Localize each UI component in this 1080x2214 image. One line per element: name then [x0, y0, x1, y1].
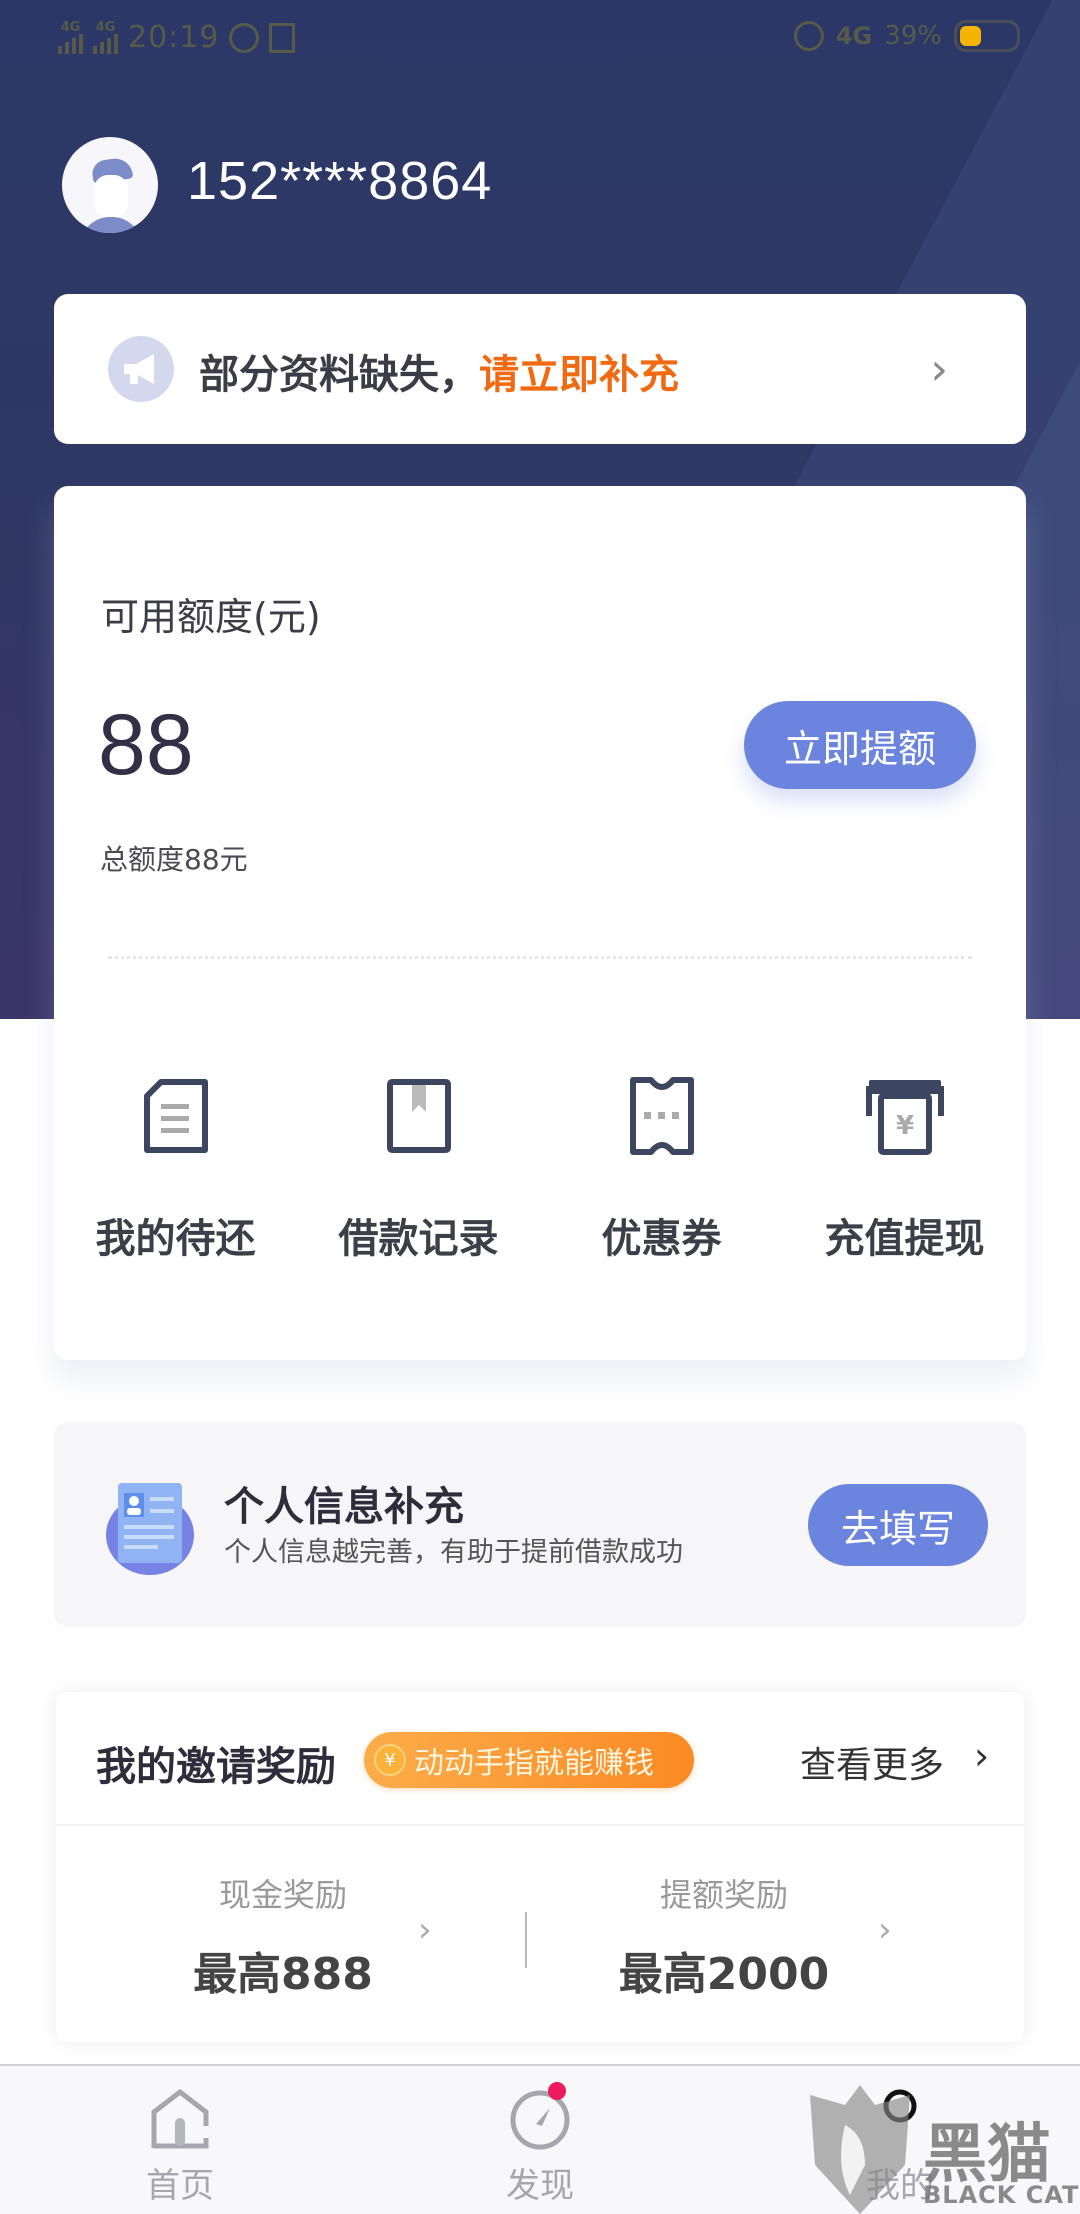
credit-card: 可用额度(元) 88 总额度88元 立即提额 我的待还 借款记录 优惠券 ¥ 充…: [54, 486, 1026, 1360]
quick-action-coupons[interactable]: 优惠券: [540, 1076, 783, 1264]
vertical-divider: [525, 1912, 527, 1968]
info-card-subtitle: 个人信息越完善，有助于提前借款成功: [224, 1537, 683, 1568]
svg-text:¥: ¥: [895, 1111, 913, 1141]
limit-reward[interactable]: 提额奖励 最高2000: [574, 1870, 874, 2002]
bookmark-book-icon: [379, 1076, 459, 1156]
reward-value: 最高888: [193, 1949, 373, 2000]
notice-message: 部分资料缺失，: [199, 352, 479, 398]
fill-info-button[interactable]: 去填写: [808, 1484, 988, 1566]
available-credit-label: 可用额度(元): [101, 595, 321, 639]
notice-highlight: 请立即补充: [479, 352, 679, 398]
coin-icon: ¥: [374, 1744, 406, 1776]
avatar-body: [80, 217, 142, 233]
divider: [56, 1824, 1024, 1826]
clock-time: 20:19: [128, 20, 220, 55]
info-card-title: 个人信息补充: [224, 1484, 464, 1530]
signal-label: 4G: [60, 20, 81, 35]
tab-label: 发现: [506, 2166, 574, 2206]
compass-icon: [508, 2082, 572, 2152]
invite-badge-text: 动动手指就能赚钱: [414, 1746, 654, 1781]
alarm-icon: [793, 21, 824, 51]
quick-action-label: 充值提现: [824, 1216, 985, 1262]
status-right: 4G 39%: [793, 20, 1020, 52]
tab-home[interactable]: 首页: [0, 2066, 360, 2214]
reward-label: 提额奖励: [659, 1876, 788, 1914]
cash-reward[interactable]: 现金奖励 最高888: [133, 1870, 433, 2002]
chevron-right-icon[interactable]: ›: [974, 1734, 989, 1778]
home-icon: [148, 2088, 212, 2152]
invite-badge: ¥ 动动手指就能赚钱: [364, 1732, 694, 1788]
quick-action-label: 我的待还: [95, 1216, 256, 1262]
ticket-icon: [622, 1076, 702, 1156]
quick-action-loan-records[interactable]: 借款记录: [297, 1076, 540, 1264]
avatar[interactable]: [62, 137, 158, 233]
personal-info-card: 个人信息补充 个人信息越完善，有助于提前借款成功 去填写: [54, 1422, 1026, 1627]
notice-text: 部分资料缺失，请立即补充: [199, 342, 679, 400]
quick-action-label: 优惠券: [601, 1216, 722, 1262]
status-left: 4G 4G 20:19: [58, 20, 296, 55]
notification-icon: [269, 22, 296, 53]
battery-fill: [960, 26, 981, 46]
watermark: 黑猫 BLACK CAT: [805, 2085, 1080, 2214]
megaphone-icon: [108, 336, 174, 402]
tab-discover[interactable]: 发现: [360, 2066, 720, 2214]
yuan-withdraw-icon: ¥: [865, 1076, 945, 1156]
avatar-face: [94, 175, 128, 217]
chevron-right-icon[interactable]: ›: [418, 1910, 432, 1950]
wechat-icon: [229, 22, 260, 53]
view-more-link[interactable]: 查看更多: [800, 1736, 944, 1788]
chevron-right-icon[interactable]: ›: [878, 1910, 892, 1950]
id-card-icon: [102, 1477, 198, 1577]
quick-action-label: 借款记录: [338, 1216, 499, 1262]
missing-info-notice[interactable]: 部分资料缺失，请立即补充 ›: [54, 294, 1026, 444]
total-credit: 总额度88元: [100, 843, 248, 876]
notification-dot: [548, 2082, 566, 2100]
reward-value: 最高2000: [618, 1949, 830, 2000]
status-bar: 4G 4G 20:19 4G 39%: [0, 0, 1080, 80]
quick-action-repay[interactable]: 我的待还: [54, 1076, 297, 1264]
available-credit-amount: 88: [98, 697, 194, 793]
quick-actions: 我的待还 借款记录 优惠券 ¥ 充值提现: [54, 1076, 1026, 1264]
chevron-right-icon: ›: [930, 344, 948, 395]
user-phone: 152****8864: [187, 151, 493, 211]
cat-shield-icon: [810, 2085, 910, 2214]
reward-label: 现金奖励: [218, 1876, 347, 1914]
battery-percent: 39%: [884, 21, 942, 51]
invite-rewards-card: 我的邀请奖励 ¥ 动动手指就能赚钱 查看更多 › 现金奖励 最高888 › 提额…: [56, 1692, 1024, 2042]
watermark-subtext: BLACK CAT: [923, 2181, 1080, 2209]
raise-limit-button[interactable]: 立即提额: [744, 701, 976, 789]
signal-icon: 4G: [93, 21, 118, 54]
tab-label: 首页: [146, 2166, 214, 2206]
signal-icon: 4G: [58, 21, 83, 54]
signal-label: 4G: [95, 20, 116, 35]
network-type: 4G: [835, 22, 873, 50]
dotted-divider: [108, 956, 972, 959]
invite-title: 我的邀请奖励: [96, 1744, 336, 1790]
document-icon: [136, 1076, 216, 1156]
quick-action-recharge-withdraw[interactable]: ¥ 充值提现: [783, 1076, 1026, 1264]
battery-icon: [954, 20, 1020, 52]
